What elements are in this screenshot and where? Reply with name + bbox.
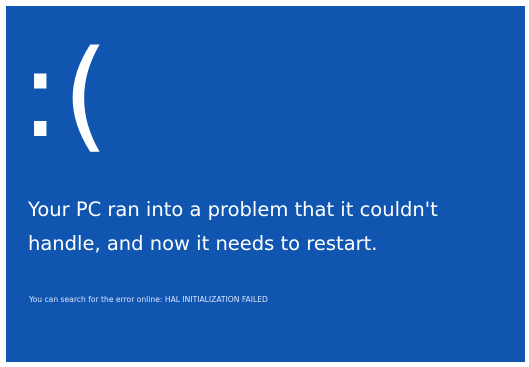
blue-screen: :( Your PC ran into a problem that it co… bbox=[6, 6, 525, 362]
stop-code: HAL INITIALIZATION FAILED bbox=[164, 295, 268, 304]
error-search-line: You can search for the error online: HAL… bbox=[29, 294, 268, 306]
error-search-prefix: You can search for the error online: bbox=[29, 295, 165, 304]
sad-face-emoticon: :( bbox=[20, 26, 112, 165]
error-message: Your PC ran into a problem that it could… bbox=[28, 198, 438, 255]
